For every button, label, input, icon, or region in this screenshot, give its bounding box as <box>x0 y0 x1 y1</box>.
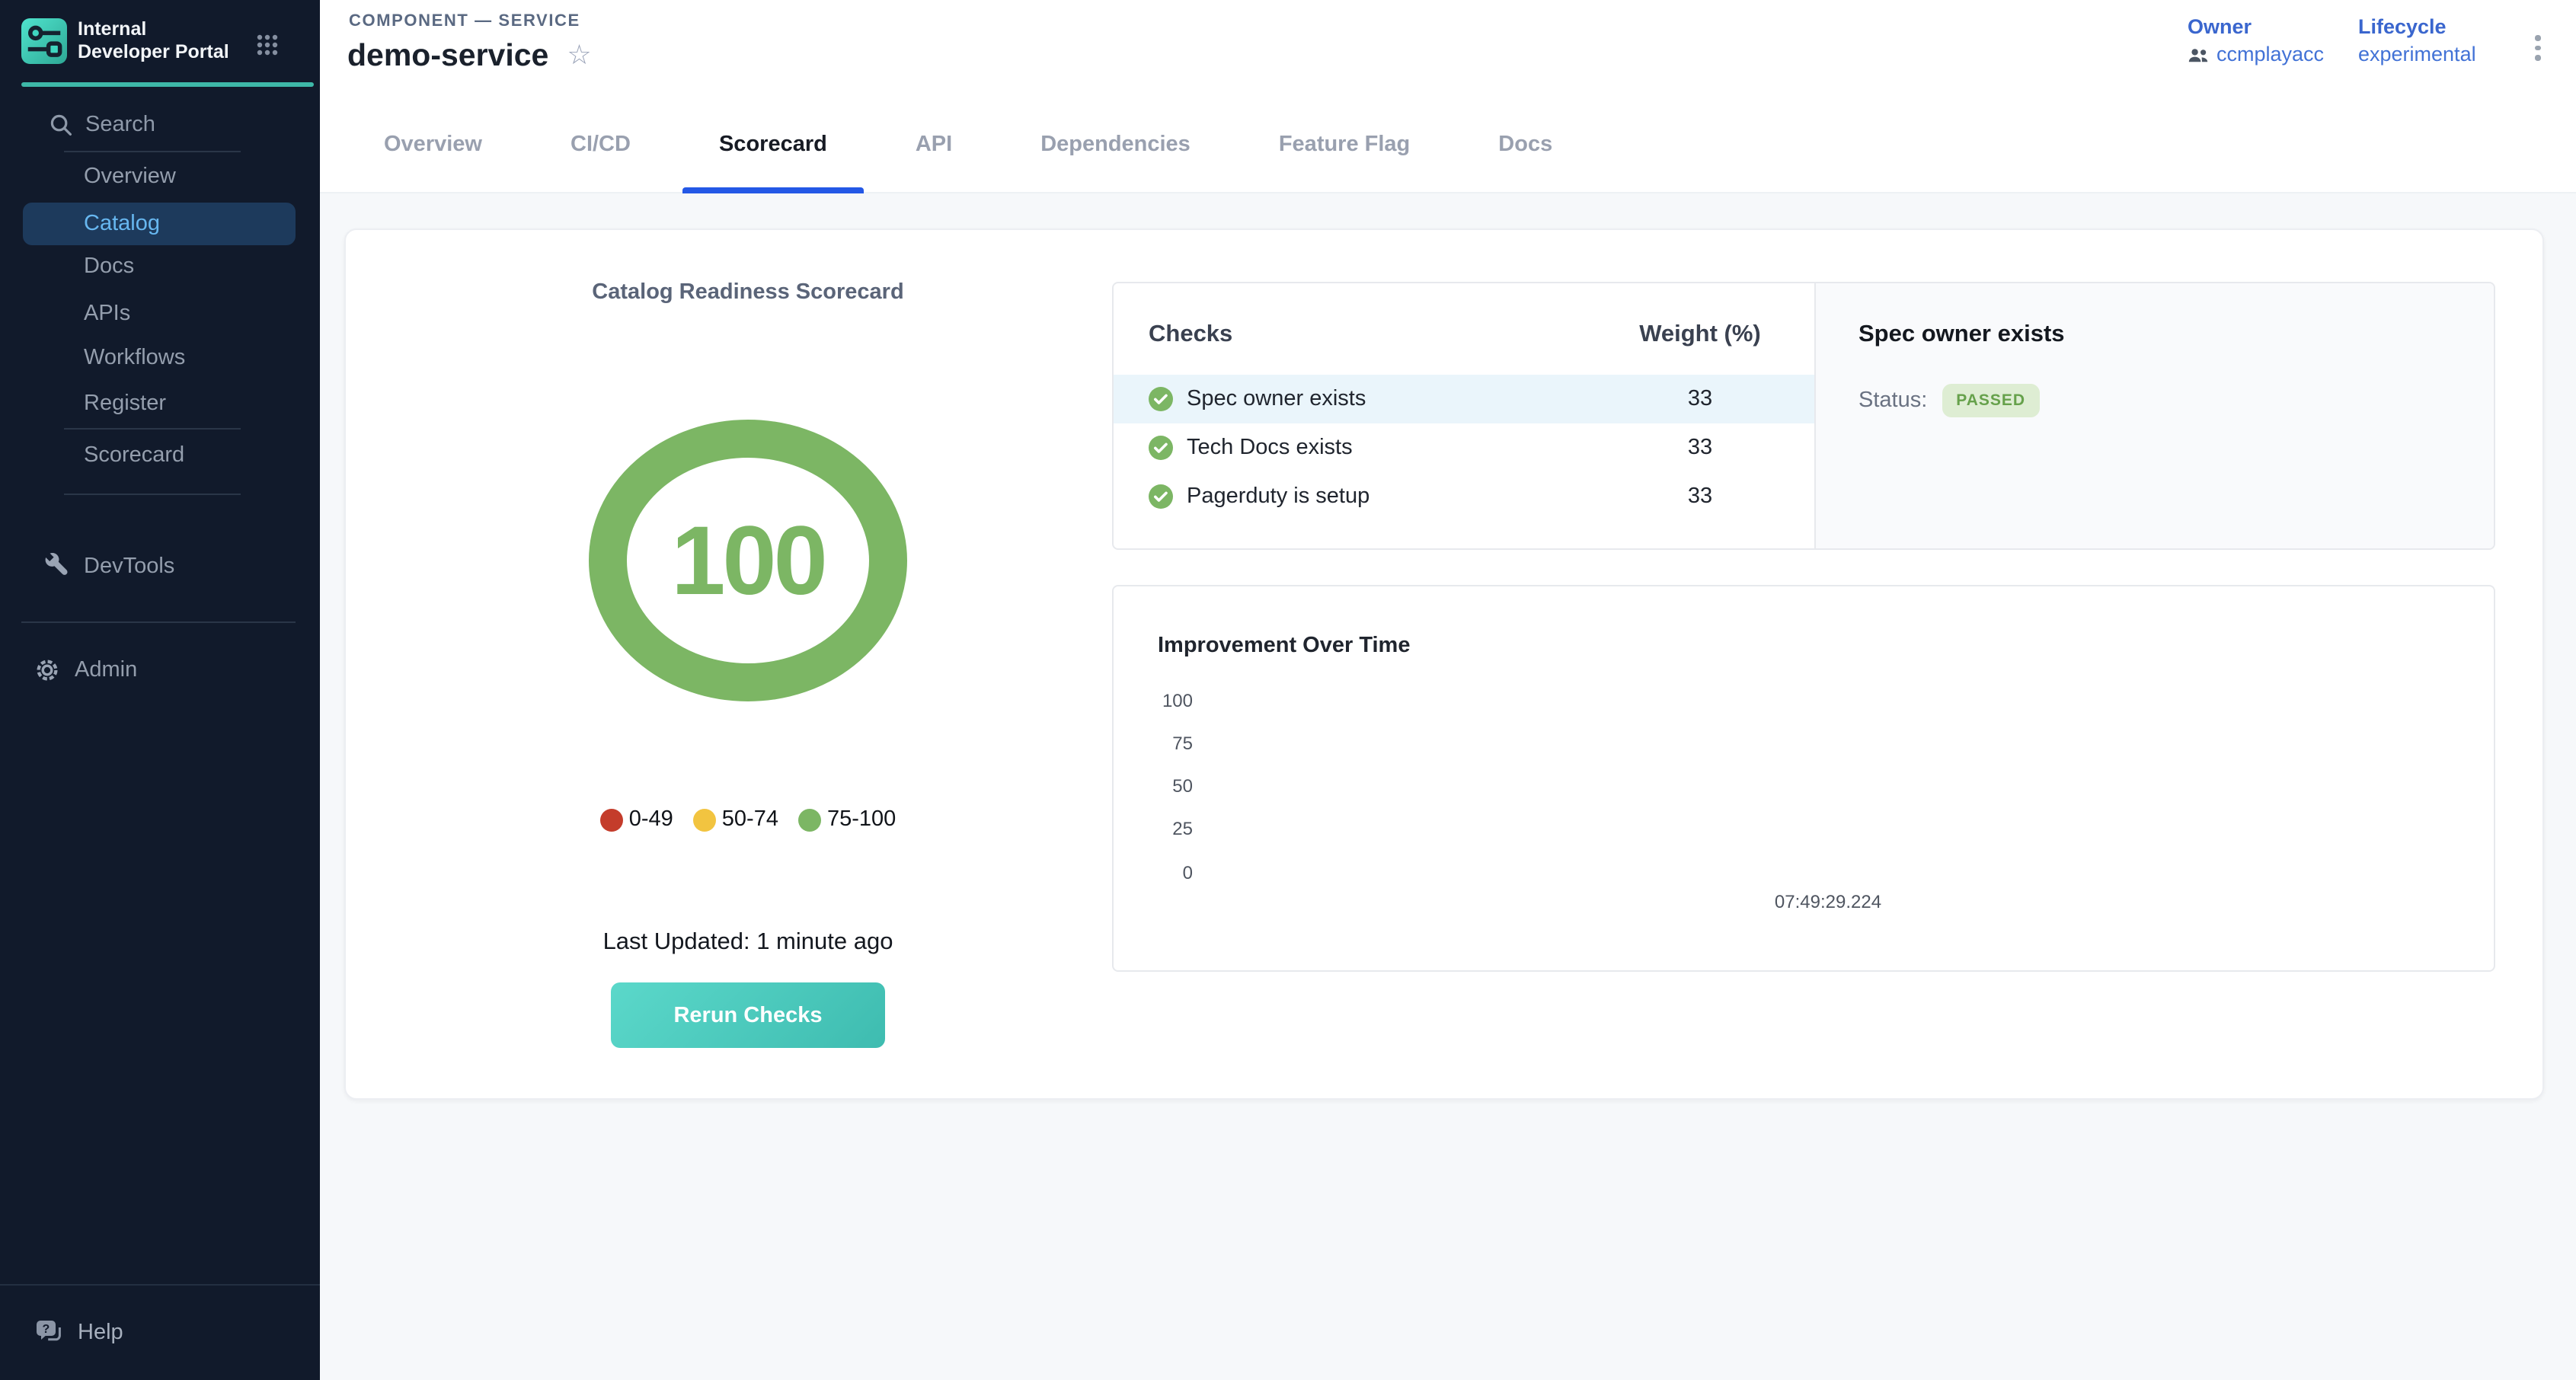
sidebar-search[interactable]: Search <box>49 113 155 137</box>
status-label: Status: <box>1858 388 1927 413</box>
svg-text:?: ? <box>43 1323 50 1336</box>
apps-grid-icon[interactable] <box>256 34 279 56</box>
tab-docs[interactable]: Docs <box>1462 94 1589 193</box>
checks-panel: Checks Weight (%) Spec owner exists 33 <box>1112 282 2495 550</box>
tab-dependencies[interactable]: Dependencies <box>1004 94 1227 193</box>
tab-scorecard[interactable]: Scorecard <box>682 94 864 193</box>
page-title: demo-service <box>347 38 548 75</box>
legend-dot-green <box>798 808 821 831</box>
check-detail-panel: Spec owner exists Status: PASSED <box>1814 283 2494 548</box>
gear-icon <box>35 658 59 682</box>
lifecycle-block: Lifecycle experimental <box>2358 15 2476 65</box>
legend-dot-yellow <box>693 808 716 831</box>
weight-column-header: Weight (%) <box>1601 321 1799 349</box>
sidebar-item-catalog-label[interactable]: Catalog <box>84 212 160 236</box>
check-passed-icon <box>1149 387 1173 411</box>
divider <box>64 428 241 430</box>
lifecycle-label: Lifecycle <box>2358 15 2476 38</box>
legend-dot-red <box>600 808 623 831</box>
y-axis-tick: 25 <box>1126 818 1193 839</box>
divider <box>0 1284 320 1286</box>
legend-item-high: 75-100 <box>798 807 896 832</box>
app-window: Internal Developer Portal Search Overvie… <box>0 0 2576 1380</box>
sidebar-item-help[interactable]: ? Help <box>35 1319 123 1345</box>
checks-column-header: Checks <box>1149 321 1232 349</box>
sidebar-item-overview[interactable]: Overview <box>84 165 176 189</box>
y-axis-tick: 100 <box>1126 690 1193 711</box>
app-logo[interactable]: Internal Developer Portal <box>21 18 236 64</box>
check-weight: 33 <box>1601 387 1799 411</box>
sidebar-item-devtools[interactable]: DevTools <box>43 553 174 579</box>
check-row-tech-docs[interactable]: Tech Docs exists 33 <box>1114 423 1814 472</box>
favorite-star-icon[interactable]: ☆ <box>567 43 591 70</box>
scorecard-card: Catalog Readiness Scorecard 100 0-49 50-… <box>344 228 2544 1100</box>
check-passed-icon <box>1149 484 1173 509</box>
check-weight: 33 <box>1601 484 1799 509</box>
y-axis-tick: 75 <box>1126 733 1193 754</box>
owner-label: Owner <box>2188 15 2324 38</box>
scorecard-title: Catalog Readiness Scorecard <box>474 280 1022 305</box>
owner-block: Owner ccmplayacc <box>2188 15 2324 65</box>
rerun-checks-button[interactable]: Rerun Checks <box>611 982 885 1048</box>
search-icon <box>49 113 73 137</box>
check-detail-title: Spec owner exists <box>1858 321 2065 349</box>
divider <box>21 621 296 623</box>
sidebar-item-admin[interactable]: Admin <box>35 658 137 682</box>
sidebar-accent-divider <box>21 82 314 86</box>
help-chat-icon: ? <box>35 1319 64 1345</box>
legend-item-mid: 50-74 <box>693 807 778 832</box>
entity-header: COMPONENT — SERVICE demo-service ☆ Owner… <box>320 0 2576 94</box>
check-row-spec-owner[interactable]: Spec owner exists 33 <box>1114 375 1814 423</box>
breadcrumb: COMPONENT — SERVICE <box>349 12 580 30</box>
people-icon <box>2188 45 2209 63</box>
tab-feature-flag[interactable]: Feature Flag <box>1242 94 1446 193</box>
admin-label: Admin <box>75 658 137 682</box>
divider <box>64 494 241 495</box>
scorecard-content: Catalog Readiness Scorecard 100 0-49 50-… <box>320 193 2576 1380</box>
sidebar-item-workflows[interactable]: Workflows <box>84 346 185 370</box>
entity-tabbar: Overview CI/CD Scorecard API Dependencie… <box>320 94 2576 193</box>
check-row-pagerduty[interactable]: Pagerduty is setup 33 <box>1114 472 1814 521</box>
tab-cicd[interactable]: CI/CD <box>534 94 667 193</box>
check-passed-icon <box>1149 436 1173 460</box>
app-title: Internal Developer Portal <box>78 18 236 64</box>
tab-overview[interactable]: Overview <box>347 94 519 193</box>
sidebar-item-scorecard[interactable]: Scorecard <box>84 443 184 468</box>
score-gauge: 100 <box>580 416 916 705</box>
lifecycle-value: experimental <box>2358 43 2476 65</box>
check-weight: 33 <box>1601 436 1799 460</box>
status-badge: PASSED <box>1942 384 2039 417</box>
devtools-label: DevTools <box>84 554 174 578</box>
score-value: 100 <box>580 416 916 705</box>
tab-api[interactable]: API <box>879 94 989 193</box>
help-label: Help <box>78 1320 123 1344</box>
divider <box>64 151 241 152</box>
x-axis-tick: 07:49:29.224 <box>1721 891 1935 912</box>
sidebar: Internal Developer Portal Search Overvie… <box>0 0 320 1380</box>
wrench-icon <box>43 553 69 579</box>
last-updated-text: Last Updated: 1 minute ago <box>443 929 1053 957</box>
owner-value-link[interactable]: ccmplayacc <box>2216 43 2324 65</box>
search-label: Search <box>85 113 155 137</box>
y-axis-tick: 0 <box>1126 862 1193 883</box>
portal-logo-icon <box>21 18 67 64</box>
legend-item-low: 0-49 <box>600 807 673 832</box>
kebab-menu-icon[interactable] <box>2532 32 2543 63</box>
score-legend: 0-49 50-74 75-100 <box>443 807 1053 832</box>
sidebar-item-register[interactable]: Register <box>84 391 166 416</box>
improvement-chart: Improvement Over Time 100 75 50 25 0 07:… <box>1112 585 2495 972</box>
sidebar-item-docs[interactable]: Docs <box>84 254 134 279</box>
chart-title: Improvement Over Time <box>1158 634 1411 658</box>
sidebar-item-apis[interactable]: APIs <box>84 302 130 326</box>
y-axis-tick: 50 <box>1126 775 1193 797</box>
